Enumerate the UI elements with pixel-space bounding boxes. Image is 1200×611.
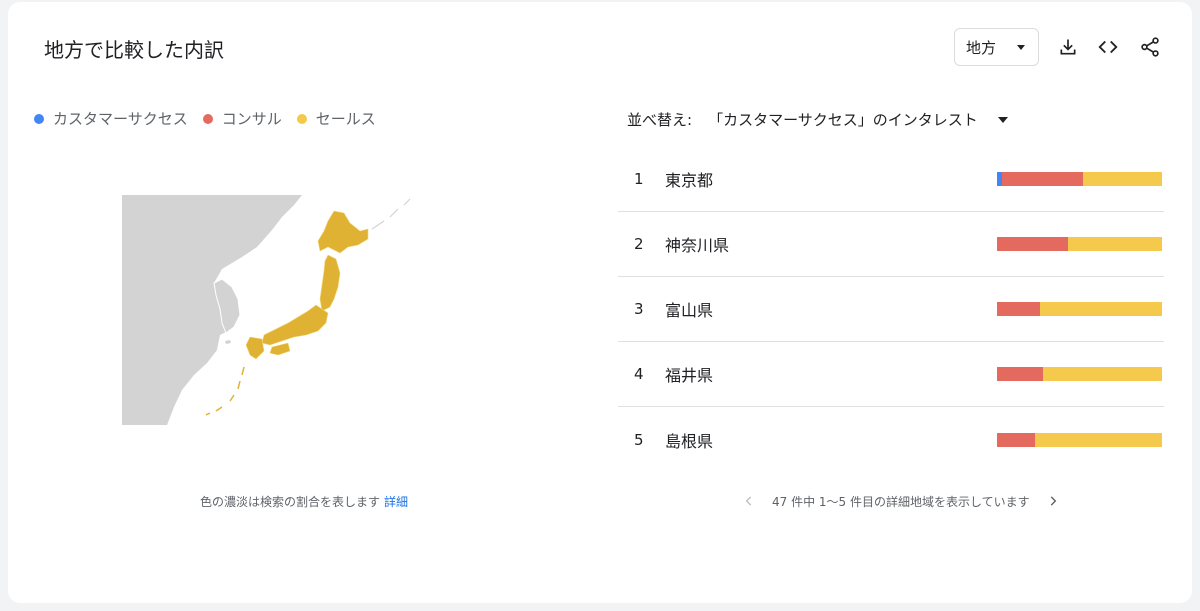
download-button[interactable] <box>1054 33 1082 61</box>
share-icon <box>1141 37 1159 57</box>
map-note-text: 色の濃淡は検索の割合を表します <box>200 495 381 509</box>
pagination: 47 件中 1〜5 件目の詳細地域を表示しています <box>740 492 1062 510</box>
region-name: 神奈川県 <box>665 236 730 255</box>
legend-item-consulting[interactable]: コンサル <box>202 108 282 129</box>
chevron-right-icon <box>1050 496 1056 506</box>
list-item[interactable]: 1 東京都 <box>618 147 1164 212</box>
sort-label: 並べ替え: <box>627 111 693 129</box>
share-bar <box>997 237 1162 251</box>
legend-dot <box>34 113 44 124</box>
download-icon <box>1060 39 1076 55</box>
map-note: 色の濃淡は検索の割合を表します 詳細 <box>200 493 408 510</box>
sort-value: 「カスタマーサクセス」のインタレスト <box>708 111 978 129</box>
legend-item-sales[interactable]: セールス <box>296 108 376 129</box>
legend-label: セールス <box>315 110 376 128</box>
sales-segment <box>1043 367 1162 381</box>
sales-segment <box>1034 432 1162 447</box>
consulting-segment <box>997 237 1068 251</box>
region-select-value: 地方 <box>966 38 997 57</box>
region-name: 東京都 <box>665 171 714 190</box>
next-page-button[interactable] <box>1044 492 1062 510</box>
rank: 1 <box>634 170 644 188</box>
card-title: 地方で比較した内訳 <box>44 38 224 62</box>
consulting-segment <box>997 367 1044 381</box>
share-bar <box>997 302 1162 316</box>
legend-label: カスタマーサクセス <box>53 110 188 128</box>
list-item[interactable]: 5 島根県 <box>618 407 1164 472</box>
legend-dot <box>202 113 213 124</box>
code-icon <box>1098 40 1118 54</box>
region-name: 島根県 <box>665 431 714 451</box>
chevron-down-icon <box>1017 45 1025 50</box>
rank: 5 <box>634 430 644 449</box>
region-map[interactable] <box>122 195 422 425</box>
previous-page-button[interactable] <box>740 492 758 510</box>
list-item[interactable]: 3 富山県 <box>618 277 1164 342</box>
legend-item-customer-success[interactable]: カスタマーサクセス <box>34 108 188 129</box>
region-list: 1 東京都 2 神奈川県 3 富山県 4 福井県 5 島根県 <box>618 147 1164 472</box>
legend-label: コンサル <box>221 110 282 128</box>
rank: 3 <box>634 300 644 318</box>
chevron-down-icon <box>997 116 1008 123</box>
region-breakdown-card: 地方で比較した内訳 地方 カスタマーサクセス コンサル セールス 色の濃淡は検索… <box>8 2 1192 603</box>
list-item[interactable]: 2 神奈川県 <box>618 212 1164 277</box>
share-bar <box>997 432 1162 447</box>
region-name: 富山県 <box>665 301 714 320</box>
rank: 2 <box>634 235 644 253</box>
consulting-segment <box>997 432 1035 447</box>
list-item[interactable]: 4 福井県 <box>618 342 1164 407</box>
sort-control[interactable]: 並べ替え: 「カスタマーサクセス」のインタレスト <box>627 109 1008 130</box>
share-bar <box>997 172 1162 186</box>
legend-dot <box>296 113 307 124</box>
share-button[interactable] <box>1136 33 1164 61</box>
region-name: 福井県 <box>665 366 714 385</box>
consulting-segment <box>997 302 1040 316</box>
consulting-segment <box>1001 172 1083 186</box>
chevron-left-icon <box>745 496 752 506</box>
legend: カスタマーサクセス コンサル セールス <box>34 108 391 129</box>
embed-button[interactable] <box>1094 33 1122 61</box>
sales-segment <box>1082 172 1162 186</box>
region-select[interactable]: 地方 <box>954 28 1039 66</box>
sales-segment <box>1067 237 1162 251</box>
share-bar <box>997 367 1162 381</box>
sales-segment <box>1039 302 1162 316</box>
details-link[interactable]: 詳細 <box>384 495 408 509</box>
rank: 4 <box>634 365 644 383</box>
pagination-text: 47 件中 1〜5 件目の詳細地域を表示しています <box>772 494 1030 509</box>
